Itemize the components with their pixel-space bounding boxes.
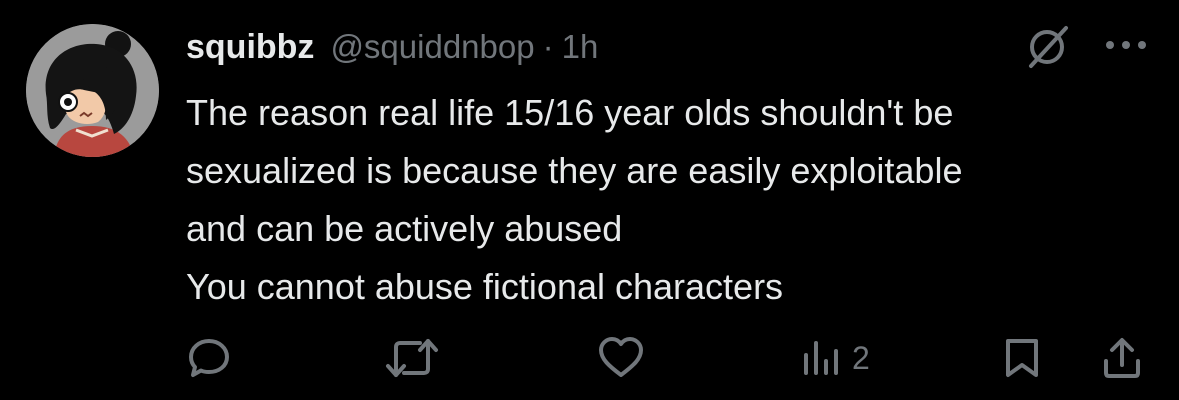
more-icon[interactable] bbox=[1102, 37, 1150, 53]
tweet[interactable]: squibbz @squiddnbop · 1h The reason real… bbox=[0, 0, 1179, 400]
tweet-text-line: You cannot abuse fictional characters bbox=[186, 266, 784, 307]
grok-icon[interactable] bbox=[1024, 24, 1070, 70]
share-button[interactable] bbox=[1100, 330, 1144, 386]
reply-button[interactable] bbox=[186, 330, 232, 386]
timestamp[interactable]: 1h bbox=[562, 28, 599, 66]
retweet-icon bbox=[386, 339, 438, 377]
reply-icon bbox=[189, 339, 229, 377]
share-icon bbox=[1104, 338, 1140, 378]
like-button[interactable] bbox=[597, 330, 645, 386]
tweet-text-line: and can be actively abused bbox=[186, 208, 623, 249]
views-button[interactable]: 2 bbox=[800, 330, 870, 386]
display-name[interactable]: squibbz bbox=[186, 28, 314, 67]
cartoon-character-avatar-icon bbox=[26, 24, 159, 157]
tweet-text: The reason real life 15/16 year olds sho… bbox=[186, 84, 1161, 316]
action-bar: 2 bbox=[0, 330, 1179, 386]
like-icon bbox=[599, 337, 643, 377]
tweet-text-line: sexualized is because they are easily ex… bbox=[186, 150, 963, 191]
bookmark-button[interactable] bbox=[1000, 330, 1044, 386]
separator-dot: · bbox=[542, 28, 554, 65]
views-icon bbox=[804, 341, 838, 375]
avatar[interactable] bbox=[26, 24, 159, 157]
retweet-button[interactable] bbox=[384, 330, 440, 386]
tweet-text-line: The reason real life 15/16 year olds sho… bbox=[186, 92, 954, 133]
tweet-header: squibbz @squiddnbop · 1h bbox=[186, 22, 598, 72]
bookmark-icon bbox=[1006, 339, 1038, 377]
handle[interactable]: @squiddnbop bbox=[330, 28, 534, 66]
views-count: 2 bbox=[852, 339, 870, 376]
